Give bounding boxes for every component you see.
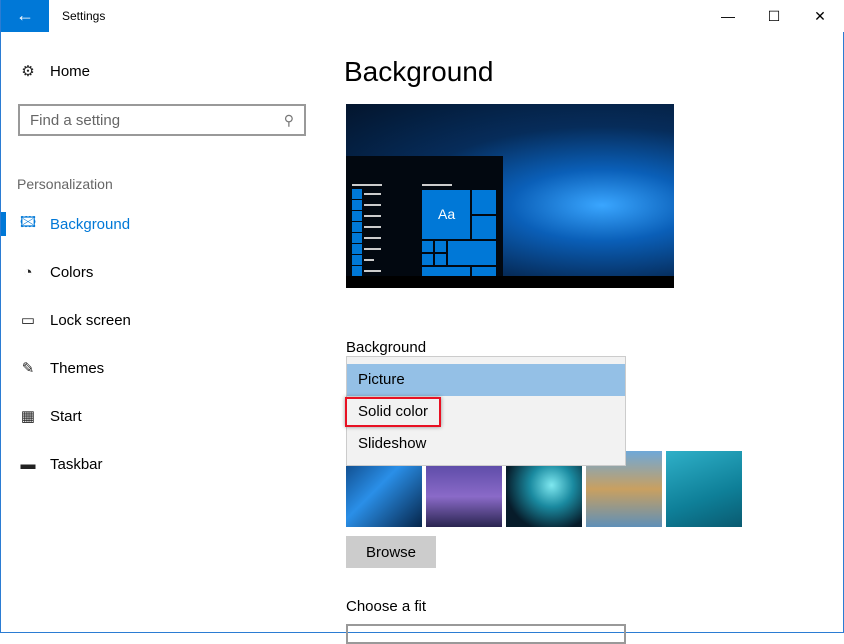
sidebar-item-themes[interactable]: ✎ Themes <box>18 356 104 380</box>
sidebar-item-label: Colors <box>50 263 94 281</box>
start-icon: ▦ <box>20 408 36 425</box>
sidebar-item-label: Start <box>50 407 82 425</box>
preview-taskbar <box>346 276 674 288</box>
choose-fit-dropdown[interactable] <box>346 624 626 644</box>
option-solid-color[interactable]: Solid color <box>345 396 625 428</box>
lock-screen-icon: ▭ <box>20 312 36 329</box>
home-label: Home <box>50 62 91 80</box>
option-slideshow[interactable]: Slideshow <box>347 428 625 460</box>
sidebar-item-label: Background <box>50 215 131 233</box>
preview-start-menu: Aa <box>346 156 503 276</box>
close-button[interactable]: ✕ <box>797 0 843 32</box>
background-label: Background <box>346 339 427 356</box>
sidebar-item-label: Lock screen <box>50 311 131 329</box>
choose-fit-label: Choose a fit <box>346 598 427 615</box>
page-title: Background <box>344 56 494 87</box>
sidebar-item-taskbar[interactable]: ▬ Taskbar <box>18 452 103 476</box>
picture-thumbnail[interactable] <box>666 451 742 527</box>
search-input[interactable]: Find a setting ⚲ <box>18 104 306 136</box>
picture-icon: 🖾 <box>19 213 37 231</box>
back-arrow-icon: ← <box>16 5 34 25</box>
highlight-box <box>345 397 441 427</box>
browse-button[interactable]: Browse <box>346 536 436 568</box>
background-preview: Aa <box>346 104 674 288</box>
nav-home[interactable]: ⚙ Home <box>18 62 91 81</box>
sidebar-item-colors[interactable]: ◔ Colors <box>18 260 93 284</box>
sidebar-item-label: Themes <box>50 359 105 377</box>
search-icon: ⚲ <box>283 111 294 128</box>
maximize-button[interactable]: ☐ <box>751 0 797 32</box>
back-button[interactable]: ← <box>1 0 49 32</box>
background-dropdown-list[interactable]: Picture Solid color Slideshow <box>345 356 626 466</box>
option-picture[interactable]: Picture <box>347 364 625 396</box>
title-bar: ← Settings — ☐ ✕ <box>1 0 844 32</box>
section-heading: Personalization <box>17 176 113 192</box>
taskbar-icon: ▬ <box>20 455 36 473</box>
minimize-button[interactable]: — <box>705 0 751 32</box>
sidebar-item-label: Taskbar <box>50 455 103 473</box>
palette-icon: ◔ <box>23 263 33 281</box>
themes-icon: ✎ <box>21 360 35 377</box>
window-title: Settings <box>62 9 106 23</box>
active-indicator <box>1 212 6 236</box>
preview-tile-text: Aa <box>438 206 456 222</box>
sidebar-item-start[interactable]: ▦ Start <box>18 404 82 428</box>
sidebar-item-background[interactable]: 🖾 Background <box>18 212 130 236</box>
gear-icon: ⚙ <box>21 63 35 80</box>
sidebar-item-lock-screen[interactable]: ▭ Lock screen <box>18 308 131 332</box>
search-placeholder: Find a setting <box>30 111 121 129</box>
